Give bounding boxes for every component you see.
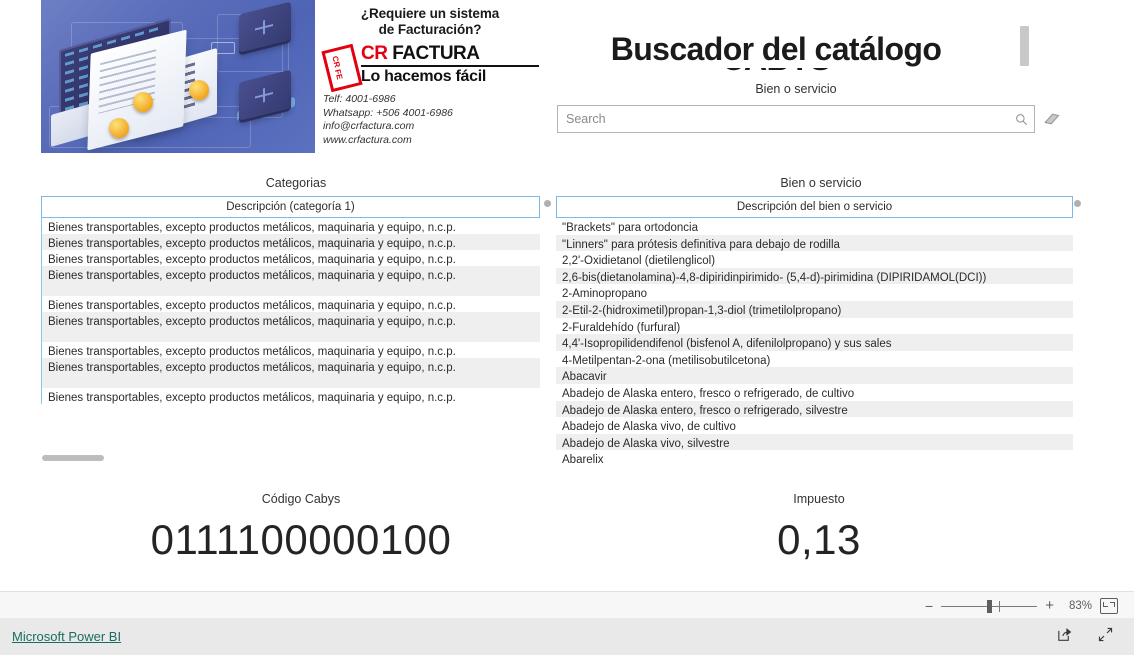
fullscreen-icon[interactable] [1097, 626, 1114, 648]
contact-website: www.crfactura.com [323, 133, 412, 146]
table-row[interactable]: Bienes transportables, excepto productos… [42, 266, 540, 296]
banner-contact-info: Telf: 4001-6986 Whatsapp: +506 4001-6986… [321, 93, 539, 147]
table-row[interactable]: Abadejo de Alaska entero, fresco o refri… [556, 384, 1073, 401]
table-row[interactable]: Abarelix [556, 450, 1073, 467]
logo-divider [361, 65, 539, 67]
zoom-out-button[interactable]: − [925, 599, 933, 613]
table-row[interactable]: Abadejo de Alaska entero, fresco o refri… [556, 400, 1073, 418]
goods-table-body[interactable]: "Brackets" para ortodoncia "Linners" para… [556, 218, 1073, 467]
goods-table[interactable]: Descripción del bien o servicio "Bracket… [556, 196, 1073, 466]
zoom-in-button[interactable]: + [1045, 598, 1054, 613]
table-row[interactable]: Bienes transportables, excepto productos… [42, 296, 540, 312]
title-scrollbar-thumb[interactable] [1020, 26, 1029, 66]
table-row[interactable]: 2-Etil-2-(hidroximetil)propan-1,3-diol (… [556, 300, 1073, 318]
logo-text-cr: CR [361, 43, 388, 64]
search-slicer-label: Bien o servicio [755, 82, 837, 96]
categories-column-header[interactable]: Descripción (categoría 1) [41, 196, 540, 218]
share-icon[interactable] [1056, 626, 1073, 648]
coin-icon [189, 80, 209, 100]
table-row[interactable]: 2-Furaldehído (furfural) [556, 318, 1073, 335]
table-row[interactable]: 2,2'-Oxidietanol (dietilenglicol) [556, 251, 1073, 268]
goods-scroll-indicator[interactable] [1074, 200, 1081, 207]
logo-text-factura: FACTURA [392, 43, 480, 64]
table-row[interactable]: Bienes transportables, excepto productos… [42, 312, 540, 342]
page-title-block: CABYS Buscador del catálogo [556, 14, 1036, 88]
promo-banner: ¿Requiere un sistema de Facturación? CR … [41, 0, 539, 153]
report-canvas: ¿Requiere un sistema de Facturación? CR … [0, 0, 1134, 591]
categories-table[interactable]: Descripción (categoría 1) Bienes transpo… [41, 196, 540, 461]
table-row[interactable]: Abacavir [556, 367, 1073, 384]
table-row[interactable]: "Linners" para prótesis definitiva para … [556, 234, 1073, 252]
zoom-bar: − + 83% [0, 591, 1134, 620]
zoom-slider[interactable] [941, 599, 1038, 613]
table-row[interactable]: 4,4'-Isopropilidendifenol (bisfenol A, d… [556, 334, 1073, 351]
banner-text-block: ¿Requiere un sistema de Facturación? CR … [315, 0, 539, 153]
table-row[interactable]: Abadejo de Alaska vivo, silvestre [556, 433, 1073, 451]
table-row[interactable]: Bienes transportables, excepto productos… [42, 388, 540, 404]
banner-headline: ¿Requiere un sistema de Facturación? [321, 0, 539, 38]
fit-to-page-icon[interactable] [1100, 597, 1118, 614]
table-row[interactable]: "Brackets" para ortodoncia [556, 218, 1073, 235]
contact-email: info@crfactura.com [323, 120, 415, 132]
contact-phone: Telf: 4001-6986 [323, 93, 396, 105]
table-row[interactable]: Bienes transportables, excepto productos… [42, 234, 540, 250]
table-row[interactable]: Bienes transportables, excepto productos… [42, 250, 540, 266]
logo-tagline: Lo hacemos fácil [361, 68, 487, 85]
goods-column-header[interactable]: Descripción del bien o servicio [556, 196, 1073, 218]
table-row[interactable]: 2,6-bis(dietanolamina)-4,8-dipiridinpiri… [556, 267, 1073, 285]
search-input[interactable] [558, 106, 1008, 132]
status-bar: Microsoft Power BI [0, 618, 1134, 655]
search-icon[interactable] [1008, 113, 1034, 126]
banner-headline-line2: de Facturación? [378, 22, 482, 37]
powerbi-brand-link[interactable]: Microsoft Power BI [12, 629, 121, 644]
banner-illustration [41, 0, 315, 153]
table-row[interactable]: Abadejo de Alaska vivo, de cultivo [556, 417, 1073, 434]
impuesto-value: 0,13 [777, 516, 861, 563]
logo-badge-fe: FE [332, 67, 345, 81]
coin-icon [109, 118, 129, 138]
goods-panel-title: Bien o servicio [780, 176, 862, 190]
crfactura-logo: CR FE CR FACTURA Lo hacemos fácil [321, 43, 539, 92]
coin-icon [133, 92, 153, 112]
table-row[interactable]: Bienes transportables, excepto productos… [42, 218, 540, 234]
table-row[interactable]: 2-Aminopropano [556, 284, 1073, 301]
banner-headline-line1: ¿Requiere un sistema [360, 6, 500, 21]
codigo-cabys-label: Código Cabys [261, 492, 341, 506]
impuesto-label: Impuesto [793, 492, 845, 506]
zoom-percent: 83% [1068, 599, 1092, 612]
contact-whatsapp: Whatsapp: +506 4001-6986 [323, 106, 453, 119]
logo-badge-cr: CR [330, 54, 342, 68]
invoice-badge-icon: CR FE [321, 43, 363, 92]
zoom-slider-thumb[interactable] [987, 599, 993, 613]
eraser-icon[interactable] [1042, 110, 1062, 128]
codigo-cabys-value: 0111100000100 [150, 516, 452, 563]
search-box[interactable] [557, 105, 1035, 133]
categories-scroll-indicator[interactable] [544, 200, 551, 207]
categories-horizontal-scrollbar[interactable] [42, 455, 104, 461]
table-row[interactable]: Bienes transportables, excepto productos… [42, 358, 540, 388]
table-row[interactable]: Bienes transportables, excepto productos… [42, 342, 540, 358]
categories-panel-title: Categorias [265, 176, 327, 190]
categories-table-body[interactable]: Bienes transportables, excepto productos… [41, 218, 540, 404]
table-row[interactable]: 4-Metilpentan-2-ona (metilisobutilcetona… [556, 351, 1073, 368]
page-title: Buscador del catálogo [556, 30, 996, 68]
